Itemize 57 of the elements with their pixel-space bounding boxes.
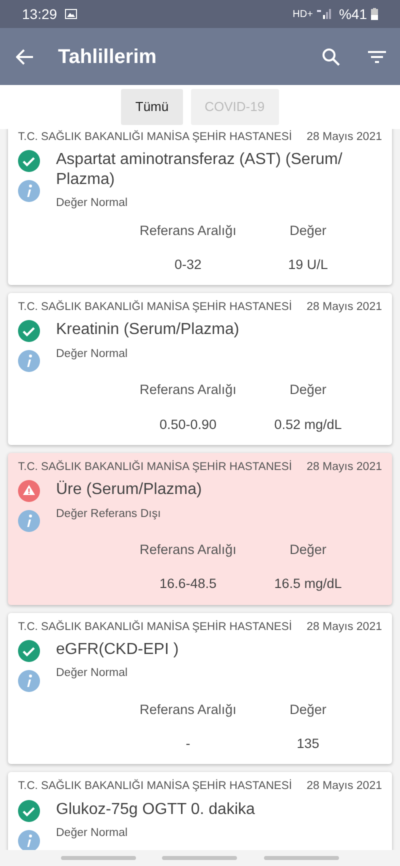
column-header: Değer — [288, 381, 328, 400]
test-name: Üre (Serum/Plazma) — [56, 480, 202, 500]
status-time: 13:29 — [22, 4, 58, 24]
result-date: 28 Mayıs 2021 — [306, 779, 382, 794]
check-circle-icon — [18, 320, 40, 342]
hospital-name: T.C. SAĞLIK BAKANLIĞI MANİSA ŞEHİR HASTANESİ — [18, 778, 292, 794]
result-date: 28 Mayıs 2021 — [306, 300, 382, 316]
result-date: 28 Mayıs 2021 — [306, 130, 382, 145]
info-icon[interactable] — [18, 180, 40, 202]
column-header: Değer — [288, 541, 328, 560]
result-value: 16.5 mg/dL — [273, 575, 343, 594]
search-icon[interactable] — [322, 48, 340, 66]
column-header: Referans Aralığı — [138, 381, 238, 400]
column-header: Referans Aralığı — [138, 222, 238, 240]
hospital-name: T.C. SAĞLIK BAKANLIĞI MANİSA ŞEHİR HASTANESİ — [18, 129, 292, 145]
test-name: Glukoz-75g OGTT 0. dakika — [56, 800, 255, 820]
info-icon[interactable] — [18, 510, 40, 532]
info-icon[interactable] — [18, 830, 40, 852]
check-circle-icon — [18, 150, 40, 172]
hospital-name: T.C. SAĞLIK BAKANLIĞI MANİSA ŞEHİR HASTANESİ — [18, 459, 292, 475]
status-text: Değer Referans Dışı — [56, 506, 162, 522]
result-value: 19 U/L — [287, 256, 329, 274]
battery-icon — [371, 8, 378, 20]
status-text: Değer Normal — [56, 826, 129, 842]
result-value: 135 — [296, 735, 320, 754]
test-name: eGFR(CKD-EPI ) — [56, 640, 179, 660]
result-value: 0.52 mg/dL — [273, 416, 343, 434]
reference-range: 16.6-48.5 — [158, 575, 218, 594]
column-header: Referans Aralığı — [138, 541, 238, 560]
column-header: Değer — [288, 222, 328, 240]
image-icon — [65, 9, 78, 19]
column-header: Referans Aralığı — [138, 700, 238, 719]
status-text: Değer Normal — [56, 346, 129, 362]
result-date: 28 Mayıs 2021 — [306, 620, 382, 635]
hospital-name: T.C. SAĞLIK BAKANLIĞI MANİSA ŞEHİR HASTANESİ — [18, 299, 292, 316]
result-date: 28 Mayıs 2021 — [306, 460, 382, 475]
network-label: HD+ — [292, 8, 313, 22]
info-icon[interactable] — [18, 670, 40, 692]
battery-percent: %41 — [338, 4, 367, 24]
reference-range: - — [184, 735, 192, 754]
back-arrow-icon[interactable] — [16, 48, 34, 64]
warning-circle-icon — [18, 480, 40, 502]
test-name: Aspartat aminotransferaz (AST) (Serum/ Plazma) — [56, 150, 344, 190]
signal-icon — [316, 9, 331, 19]
reference-range: 0.50-0.90 — [158, 416, 218, 434]
check-circle-icon — [18, 800, 40, 822]
screen-title: Tahlillerim — [58, 44, 157, 70]
column-header: Değer — [288, 700, 328, 719]
filter-icon[interactable] — [368, 50, 386, 64]
test-name: Kreatinin (Serum/Plazma) — [56, 320, 240, 340]
status-text: Değer Normal — [56, 666, 129, 682]
info-icon[interactable] — [18, 350, 40, 372]
hospital-name: T.C. SAĞLIK BAKANLIĞI MANİSA ŞEHİR HASTANESİ — [18, 619, 292, 635]
check-circle-icon — [18, 640, 40, 662]
filter-tab[interactable]: Tümü — [121, 89, 183, 125]
status-text: Değer Normal — [56, 196, 129, 212]
reference-range: 0-32 — [173, 256, 203, 274]
